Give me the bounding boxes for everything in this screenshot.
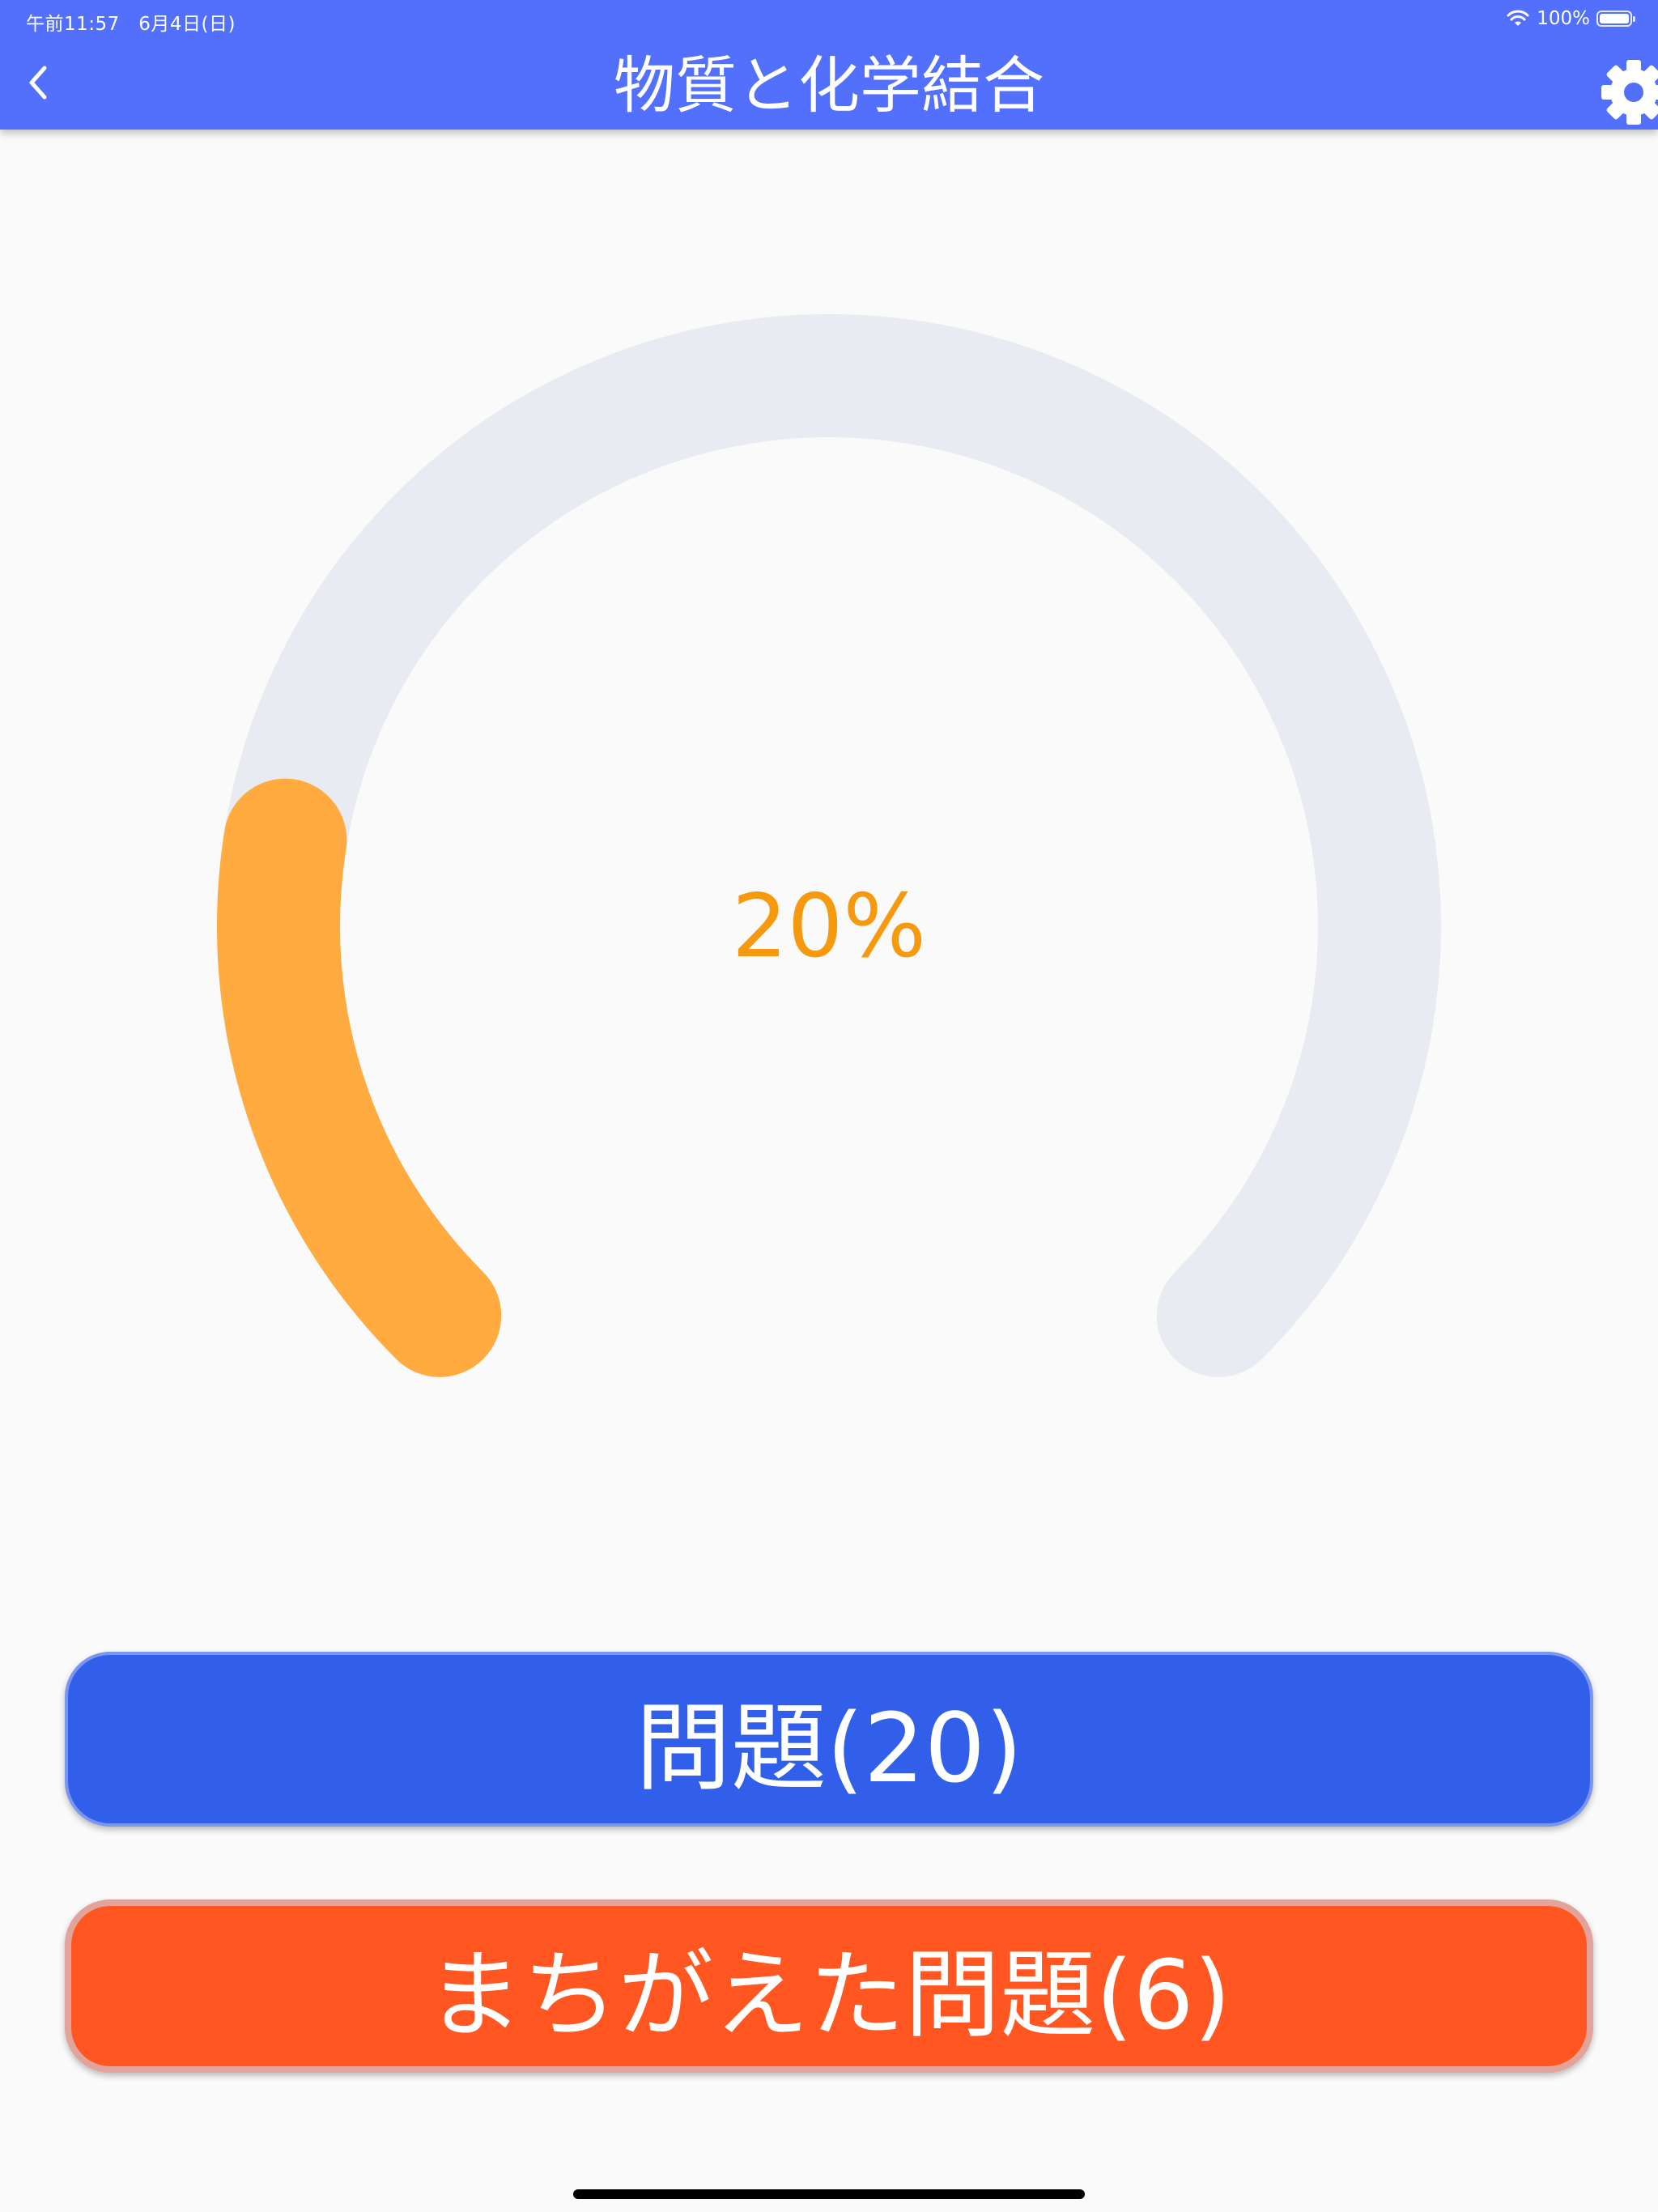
progress-gauge <box>217 314 1441 1377</box>
status-right: 100% <box>1506 6 1635 31</box>
wifi-icon <box>1507 10 1529 26</box>
questions-button-label: 問題(20) <box>635 1691 1023 1804</box>
status-time: 午前11:57 6月4日(日) <box>26 14 236 35</box>
page-title: 物質と化学結合 <box>614 49 1044 121</box>
gear-icon[interactable] <box>1596 55 1658 130</box>
progress-percent: 20% <box>731 876 927 977</box>
home-indicator <box>573 2189 1085 2199</box>
battery-percent: 100% <box>1537 8 1590 29</box>
app-bar: 午前11:57 6月4日(日) 100% 物質と化学結合 <box>0 0 1658 130</box>
gauge-track <box>217 314 1441 1377</box>
battery-icon <box>1596 11 1635 27</box>
questions-button[interactable]: 問題(20) <box>65 1652 1593 1827</box>
wrong-answers-button-label: まちがえた問題(6) <box>427 1938 1231 2051</box>
wrong-answers-button[interactable]: まちがえた問題(6) <box>65 1899 1593 2073</box>
